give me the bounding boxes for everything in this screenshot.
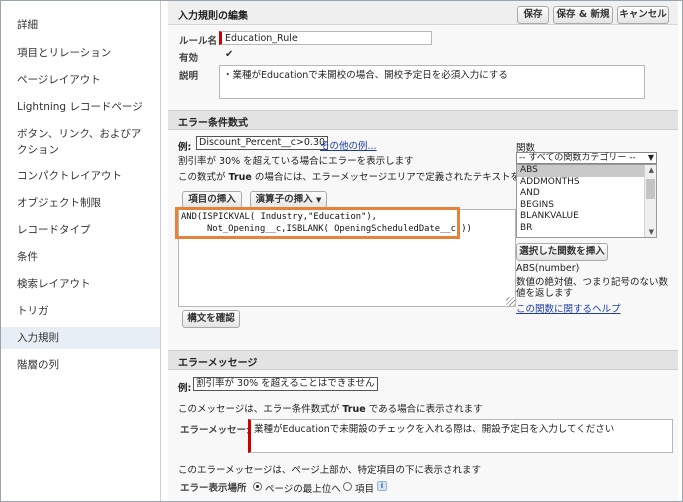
formula-highlight: [175, 207, 460, 239]
check-syntax-button[interactable]: 構文を確認: [182, 310, 240, 328]
function-listbox[interactable]: ABS ADDMONTHS AND BEGINS BLANKVALUE BR ▲…: [516, 164, 657, 238]
scroll-up-icon[interactable]: ▲: [649, 166, 654, 174]
insert-selected-function-button[interactable]: 選択した関数を挿入: [516, 243, 608, 261]
message-true-description: このメッセージは、エラー条件数式が True である場合に表示されます: [178, 401, 483, 415]
example-description: 割引率が 30% を超えている場合にエラーを表示します: [178, 156, 414, 167]
error-message-section-bar: エラーメッセージ: [168, 350, 678, 370]
sidebar-divider: [160, 1, 161, 501]
chevron-down-icon: ▼: [315, 196, 322, 204]
location-field-radio[interactable]: [343, 482, 352, 491]
message-true-description-pre: このメッセージは、エラー条件数式が: [178, 404, 343, 415]
scroll-down-icon[interactable]: ▼: [649, 228, 654, 236]
sidebar-item-triggers[interactable]: トリガ: [17, 303, 49, 320]
sidebar-item-details[interactable]: 詳細: [17, 17, 38, 34]
function-category-value: -- すべての関数カテゴリー --: [519, 153, 636, 163]
description-label: 説明: [179, 71, 199, 82]
message-true-description-post: である場合に表示されます: [365, 404, 483, 415]
example-formula: Discount_Percent__c>0.30: [196, 136, 329, 150]
function-option[interactable]: BLANKVALUE: [517, 211, 656, 223]
function-category-select[interactable]: -- すべての関数カテゴリー -- ▼: [516, 152, 657, 164]
error-message-label: エラーメッセージ: [180, 425, 256, 436]
true-word: True: [228, 172, 252, 183]
location-field-label[interactable]: 項目: [355, 481, 374, 495]
sidebar-item-compact-layouts[interactable]: コンパクトレイアウト: [17, 168, 122, 185]
true-description-pre: この数式が: [178, 172, 229, 183]
function-description-line-2: 値を返します: [516, 288, 574, 299]
location-top-radio[interactable]: [253, 482, 262, 491]
sidebar-item-lightning-record-pages[interactable]: Lightning レコードページ: [17, 99, 143, 116]
error-location-label: エラー表示場所: [180, 483, 247, 494]
chevron-down-icon: ▼: [647, 153, 654, 162]
sidebar: 詳細 項目とリレーション ページレイアウト Lightning レコードページ …: [1, 1, 160, 501]
description-textarea[interactable]: ・業種がEducationで未開校の場合、開校予定日を必須入力にする: [219, 65, 645, 99]
rule-name-input[interactable]: Education_Rule: [219, 31, 432, 45]
error-message-textarea[interactable]: 業種がEducationで未開設のチェックを入れる際は、開設予定日を入力してくだ…: [248, 419, 673, 453]
save-new-button[interactable]: 保存 & 新規: [553, 6, 613, 24]
sidebar-item-fields-relationships[interactable]: 項目とリレーション: [17, 45, 111, 62]
active-checkbox[interactable]: ✔: [225, 50, 235, 60]
function-signature: ABS(number): [516, 263, 580, 274]
sidebar-item-search-layouts[interactable]: 検索レイアウト: [17, 276, 91, 293]
true-description: この数式が True の場合には、エラーメッセージエリアで定義されたテキストを表…: [178, 169, 568, 183]
sidebar-item-page-layouts[interactable]: ページレイアウト: [17, 72, 101, 89]
function-option[interactable]: AND: [517, 188, 656, 200]
sidebar-item-validation-rules[interactable]: 入力規則: [1, 327, 160, 349]
error-condition-title: エラー条件数式: [178, 118, 248, 129]
sidebar-item-conditions[interactable]: 条件: [17, 249, 38, 266]
example-label: 例:: [178, 142, 192, 153]
location-top-label[interactable]: ページの最上位へ: [265, 481, 341, 495]
function-option[interactable]: ADDMONTHS: [517, 177, 656, 189]
message-example-value: 割引率が 30% を超えることはできません: [193, 377, 378, 391]
insert-operator-label: 演算子の挿入: [255, 194, 313, 205]
function-help-link[interactable]: この関数に関するヘルプ: [516, 301, 621, 315]
function-option[interactable]: ABS: [517, 165, 656, 177]
radio-selected-dot: [256, 485, 259, 488]
message-true-word: True: [342, 404, 366, 415]
function-option[interactable]: BEGINS: [517, 200, 656, 212]
location-description: このエラーメッセージは、ページ上部か、特定項目の下に表示されます: [178, 465, 482, 476]
resize-grip-icon: [506, 297, 515, 306]
edit-section-title: 入力規則の編集: [178, 11, 248, 22]
sidebar-item-hierarchy-columns[interactable]: 階層の列: [17, 357, 59, 374]
sidebar-item-buttons-links-actions-cont[interactable]: クション: [17, 142, 59, 159]
sidebar-item-object-limits[interactable]: オブジェクト制限: [17, 195, 101, 212]
save-button[interactable]: 保存: [517, 6, 549, 24]
cancel-button[interactable]: キャンセル: [617, 6, 669, 24]
function-option[interactable]: BR: [517, 223, 656, 235]
listbox-scrollbar[interactable]: ▲ ▼: [644, 165, 656, 237]
message-example-label: 例:: [178, 383, 192, 394]
error-condition-section-bar: エラー条件数式: [168, 110, 678, 130]
more-examples-link[interactable]: その他の例...: [320, 138, 377, 152]
info-icon[interactable]: i: [377, 481, 387, 491]
rule-name-label: ルール名: [179, 36, 218, 47]
error-message-title: エラーメッセージ: [178, 358, 258, 369]
active-label: 有効: [179, 53, 199, 64]
sidebar-item-record-types[interactable]: レコードタイプ: [17, 222, 91, 239]
sidebar-item-buttons-links-actions[interactable]: ボタン、リンク、およびア: [17, 126, 141, 143]
scrollbar-thumb[interactable]: [646, 179, 655, 199]
